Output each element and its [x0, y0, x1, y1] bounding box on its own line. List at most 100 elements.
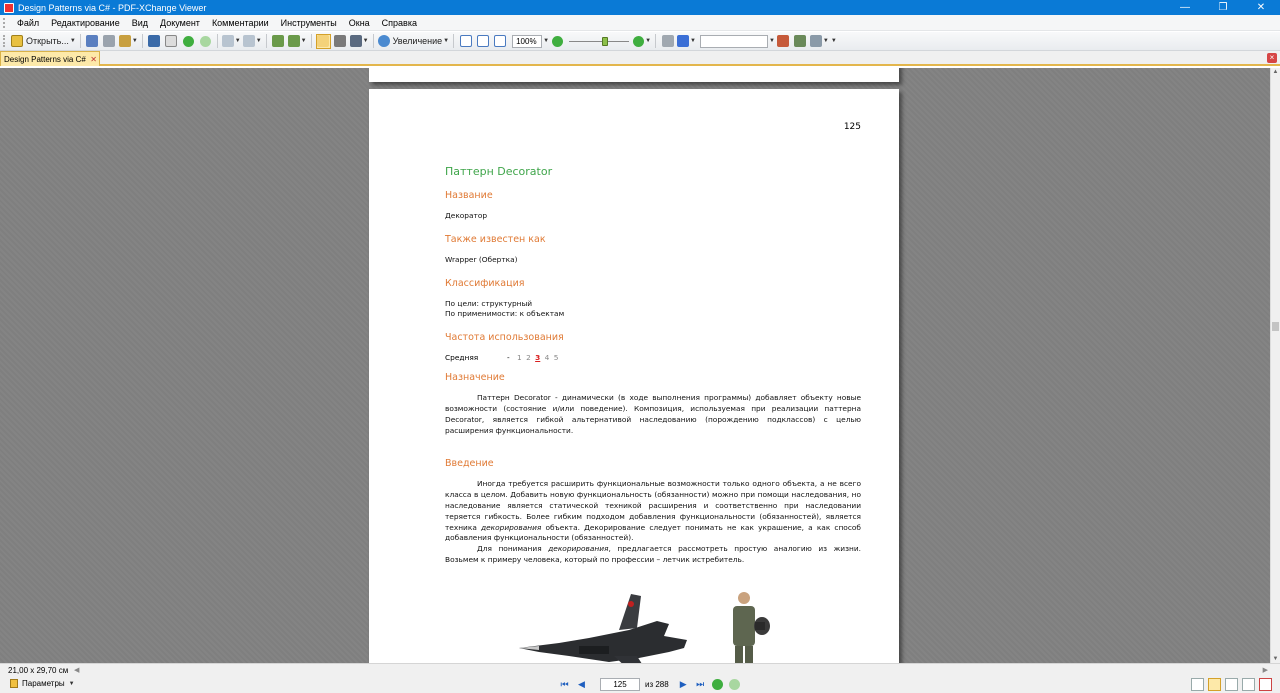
- back-button[interactable]: [181, 34, 196, 49]
- minimize-button[interactable]: —: [1166, 0, 1204, 15]
- first-page-icon[interactable]: ⏮: [559, 679, 570, 690]
- facing-view-icon[interactable]: [1225, 678, 1238, 691]
- undo-button[interactable]: ▼: [221, 34, 241, 49]
- aka-heading: Также известен как: [445, 233, 546, 245]
- menu-file[interactable]: Файл: [11, 15, 45, 31]
- horizontal-scrollbar[interactable]: ◀ ▶: [72, 666, 1270, 676]
- email-button[interactable]: ▼: [118, 34, 138, 49]
- zoom-tool-button[interactable]: Увеличение ▼: [377, 34, 449, 49]
- google-search-button[interactable]: ▼: [677, 34, 696, 49]
- frequency-label: Средняя: [445, 353, 479, 363]
- toolbar-overflow-icon[interactable]: ▼: [831, 38, 837, 44]
- parameters-button[interactable]: Параметры ▼: [10, 679, 75, 688]
- scan-button[interactable]: [147, 34, 162, 49]
- parameters-dropdown-icon[interactable]: ▼: [69, 681, 75, 687]
- redo-dropdown-icon[interactable]: ▼: [256, 38, 262, 44]
- menu-view[interactable]: Вид: [126, 15, 154, 31]
- open-dropdown-icon[interactable]: ▼: [70, 38, 76, 44]
- print-button[interactable]: [102, 34, 117, 49]
- last-page-icon[interactable]: ⏭: [695, 679, 706, 690]
- zoom-slider[interactable]: [569, 35, 630, 48]
- settings-button[interactable]: ▼: [809, 34, 829, 49]
- google-icon: [677, 35, 690, 47]
- settings-dropdown-icon[interactable]: ▼: [823, 38, 829, 44]
- stamp-icon: [777, 35, 790, 47]
- fit-width-icon: [493, 35, 506, 47]
- close-window-button[interactable]: ✕: [1242, 0, 1280, 15]
- continuous-facing-view-icon[interactable]: [1242, 678, 1255, 691]
- menu-help[interactable]: Справка: [376, 15, 423, 31]
- zoom-value-dropdown-icon[interactable]: ▼: [543, 38, 549, 44]
- fit-page-button[interactable]: [475, 34, 490, 49]
- main-toolbar: Открыть... ▼ ▼ ▼ ▼ ▼ ▼ Увеличение ▼ 100%…: [0, 32, 1280, 51]
- name-value: Декоратор: [445, 211, 488, 220]
- zoom-in-button[interactable]: ▼: [633, 34, 651, 49]
- document-viewer[interactable]: 125 Паттерн Decorator Название Декоратор…: [0, 68, 1270, 663]
- fit-width-button[interactable]: [492, 34, 507, 49]
- restore-button[interactable]: ❐: [1204, 0, 1242, 15]
- next-page-icon[interactable]: ▶: [678, 679, 689, 690]
- menu-edit[interactable]: Редактирование: [45, 15, 126, 31]
- hand-tool-button[interactable]: [315, 33, 331, 49]
- actual-size-button[interactable]: [458, 34, 473, 49]
- snapshot-button[interactable]: ▼: [349, 34, 369, 49]
- ocr-button[interactable]: [164, 34, 179, 49]
- settings-icon: [809, 35, 822, 47]
- document-tab[interactable]: Design Patterns via C# ✕: [0, 51, 100, 66]
- close-document-icon[interactable]: ×: [1267, 53, 1277, 63]
- search-dropdown-icon[interactable]: ▼: [769, 38, 775, 44]
- find-button[interactable]: [660, 34, 675, 49]
- redo-button[interactable]: ▼: [242, 34, 262, 49]
- nav-back-icon[interactable]: [711, 679, 723, 690]
- zoom-in-dropdown-icon[interactable]: ▼: [645, 38, 651, 44]
- undo-icon: [221, 35, 234, 47]
- menu-tools[interactable]: Инструменты: [275, 15, 343, 31]
- scroll-left-icon[interactable]: ◀: [74, 666, 79, 674]
- close-tab-icon[interactable]: ✕: [90, 55, 97, 64]
- scroll-right-icon[interactable]: ▶: [1263, 666, 1268, 674]
- menu-window[interactable]: Окна: [343, 15, 376, 31]
- rotate-right-button[interactable]: ▼: [287, 34, 307, 49]
- previous-page-icon[interactable]: ◀: [576, 679, 587, 690]
- google-dropdown-icon[interactable]: ▼: [690, 38, 696, 44]
- pattern-title: Паттерн Decorator: [445, 165, 553, 178]
- snapshot-dropdown-icon[interactable]: ▼: [363, 38, 369, 44]
- menu-bar: Файл Редактирование Вид Документ Коммент…: [0, 15, 1280, 31]
- open-folder-icon: [11, 35, 23, 47]
- zoom-tool-dropdown-icon[interactable]: ▼: [443, 38, 449, 44]
- rotate-left-button[interactable]: [271, 34, 286, 49]
- rotate-dropdown-icon[interactable]: ▼: [301, 38, 307, 44]
- current-page-input[interactable]: 125: [600, 678, 640, 691]
- nav-forward-icon[interactable]: [728, 679, 740, 690]
- forward-button[interactable]: [198, 34, 213, 49]
- comment-tools-button[interactable]: [793, 34, 808, 49]
- zoom-value-field[interactable]: 100%: [512, 34, 543, 48]
- parameters-label: Параметры: [22, 679, 65, 688]
- scroll-up-icon[interactable]: ▲: [1271, 69, 1280, 75]
- open-button[interactable]: Открыть... ▼: [11, 34, 76, 49]
- single-page-view-icon[interactable]: [1191, 678, 1204, 691]
- total-pages-label: из 288: [645, 680, 669, 689]
- page-size-label: 21,00 x 29,70 см: [8, 666, 69, 675]
- continuous-view-icon[interactable]: [1208, 678, 1221, 691]
- stamp-button[interactable]: [776, 34, 791, 49]
- save-button[interactable]: [85, 34, 100, 49]
- zoom-slider-thumb[interactable]: [602, 36, 609, 46]
- parameters-icon: [10, 679, 18, 688]
- pdf-view-icon[interactable]: [1259, 678, 1272, 691]
- email-dropdown-icon[interactable]: ▼: [132, 38, 138, 44]
- toolbar-grip-icon[interactable]: [3, 35, 7, 47]
- menu-comments[interactable]: Комментарии: [206, 15, 275, 31]
- scroll-down-icon[interactable]: ▼: [1271, 656, 1280, 662]
- previous-page: [369, 68, 899, 82]
- search-input[interactable]: [699, 34, 768, 48]
- zoom-out-button[interactable]: [550, 34, 565, 49]
- fit-page-icon: [476, 35, 489, 47]
- menubar-grip-icon[interactable]: [3, 17, 7, 28]
- menu-document[interactable]: Документ: [154, 15, 206, 31]
- undo-dropdown-icon[interactable]: ▼: [235, 38, 241, 44]
- vertical-scrollbar[interactable]: ▲ ▼: [1270, 68, 1280, 663]
- select-text-button[interactable]: [333, 34, 348, 49]
- frequency-dash: -: [507, 353, 510, 363]
- vertical-scroll-thumb[interactable]: [1272, 322, 1279, 331]
